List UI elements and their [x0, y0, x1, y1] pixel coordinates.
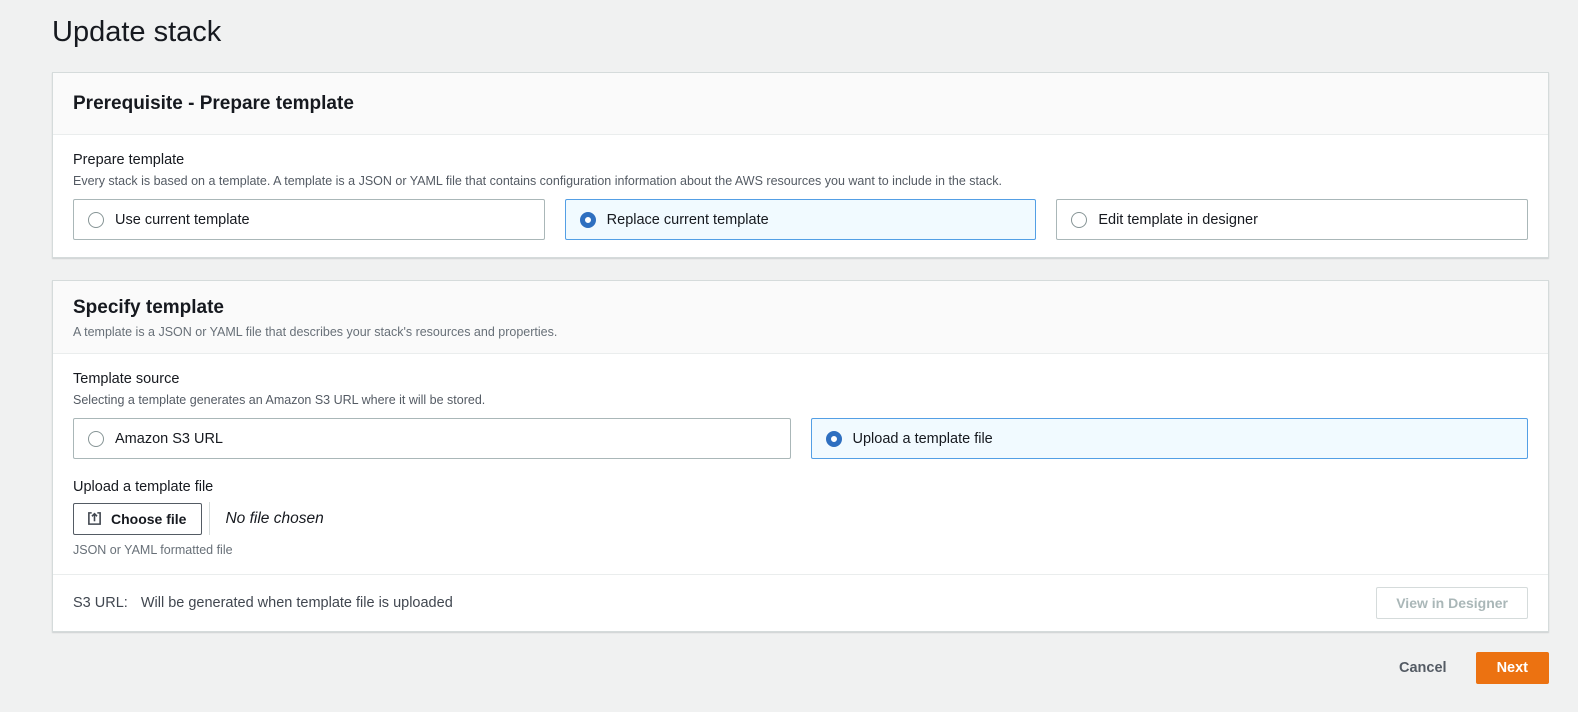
prepare-template-description: Every stack is based on a template. A te…: [73, 174, 1002, 188]
radio-tile-label: Edit template in designer: [1098, 211, 1258, 228]
specify-card-title: Specify template: [73, 297, 224, 318]
radio-icon[interactable]: [88, 430, 104, 447]
radio-icon[interactable]: [579, 211, 596, 228]
prerequisite-card-header: Prerequisite - Prepare template: [53, 73, 1548, 135]
radio-tile-label: Use current template: [115, 211, 250, 228]
radio-icon[interactable]: [88, 211, 104, 228]
radio-tile-label: Amazon S3 URL: [115, 430, 223, 447]
file-input-row: Choose file No file chosen: [73, 502, 1528, 535]
specify-card-body: Template source Selecting a template gen…: [53, 354, 1548, 574]
cancel-button[interactable]: Cancel: [1399, 654, 1447, 682]
prepare-template-label: Prepare template: [73, 152, 185, 168]
upload-icon: [87, 511, 102, 526]
upload-helper-text: JSON or YAML formatted file: [73, 543, 233, 557]
view-in-designer-button[interactable]: View in Designer: [1376, 587, 1528, 619]
choose-file-button-label: Choose file: [111, 510, 187, 527]
s3-url-value: Will be generated when template file is …: [140, 595, 453, 611]
upload-template-file-label: Upload a template file: [73, 479, 214, 495]
radio-tile-label: Replace current template: [606, 211, 769, 228]
prerequisite-card-title: Prerequisite - Prepare template: [73, 93, 354, 114]
radio-tile-upload-template-file[interactable]: Upload a template file: [810, 418, 1528, 459]
s3-url-label: S3 URL:: [73, 595, 128, 611]
s3-url-line: S3 URL: Will be generated when template …: [73, 595, 453, 611]
no-file-chosen-text: No file chosen: [225, 509, 324, 527]
prerequisite-card: Prerequisite - Prepare template Prepare …: [52, 72, 1549, 258]
template-source-description: Selecting a template generates an Amazon…: [73, 393, 486, 407]
radio-tile-amazon-s3-url[interactable]: Amazon S3 URL: [73, 418, 791, 459]
page-title: Update stack: [52, 16, 222, 48]
upload-template-file-block: Upload a template file Choose file No fi…: [73, 479, 1528, 557]
wizard-actions: Cancel Next: [0, 652, 1549, 684]
radio-tile-use-current-template[interactable]: Use current template: [73, 199, 545, 240]
radio-tile-edit-template-in-designer[interactable]: Edit template in designer: [1056, 199, 1528, 240]
radio-tile-replace-current-template[interactable]: Replace current template: [564, 199, 1037, 240]
prepare-template-options: Use current template Replace current tem…: [73, 199, 1528, 240]
specify-template-card: Specify template A template is a JSON or…: [52, 280, 1549, 632]
radio-icon[interactable]: [825, 430, 842, 447]
next-button[interactable]: Next: [1475, 652, 1549, 684]
file-input-divider: [209, 502, 211, 535]
radio-tile-label: Upload a template file: [852, 430, 993, 447]
radio-icon[interactable]: [1071, 211, 1088, 228]
choose-file-button[interactable]: Choose file: [73, 502, 203, 535]
specify-card-subtitle: A template is a JSON or YAML file that d…: [73, 325, 558, 339]
template-source-label: Template source: [73, 371, 180, 387]
template-source-options: Amazon S3 URL Upload a template file: [73, 418, 1528, 459]
prerequisite-card-body: Prepare template Every stack is based on…: [53, 135, 1548, 257]
specify-card-footer: S3 URL: Will be generated when template …: [53, 574, 1548, 631]
specify-card-header: Specify template A template is a JSON or…: [53, 281, 1548, 354]
